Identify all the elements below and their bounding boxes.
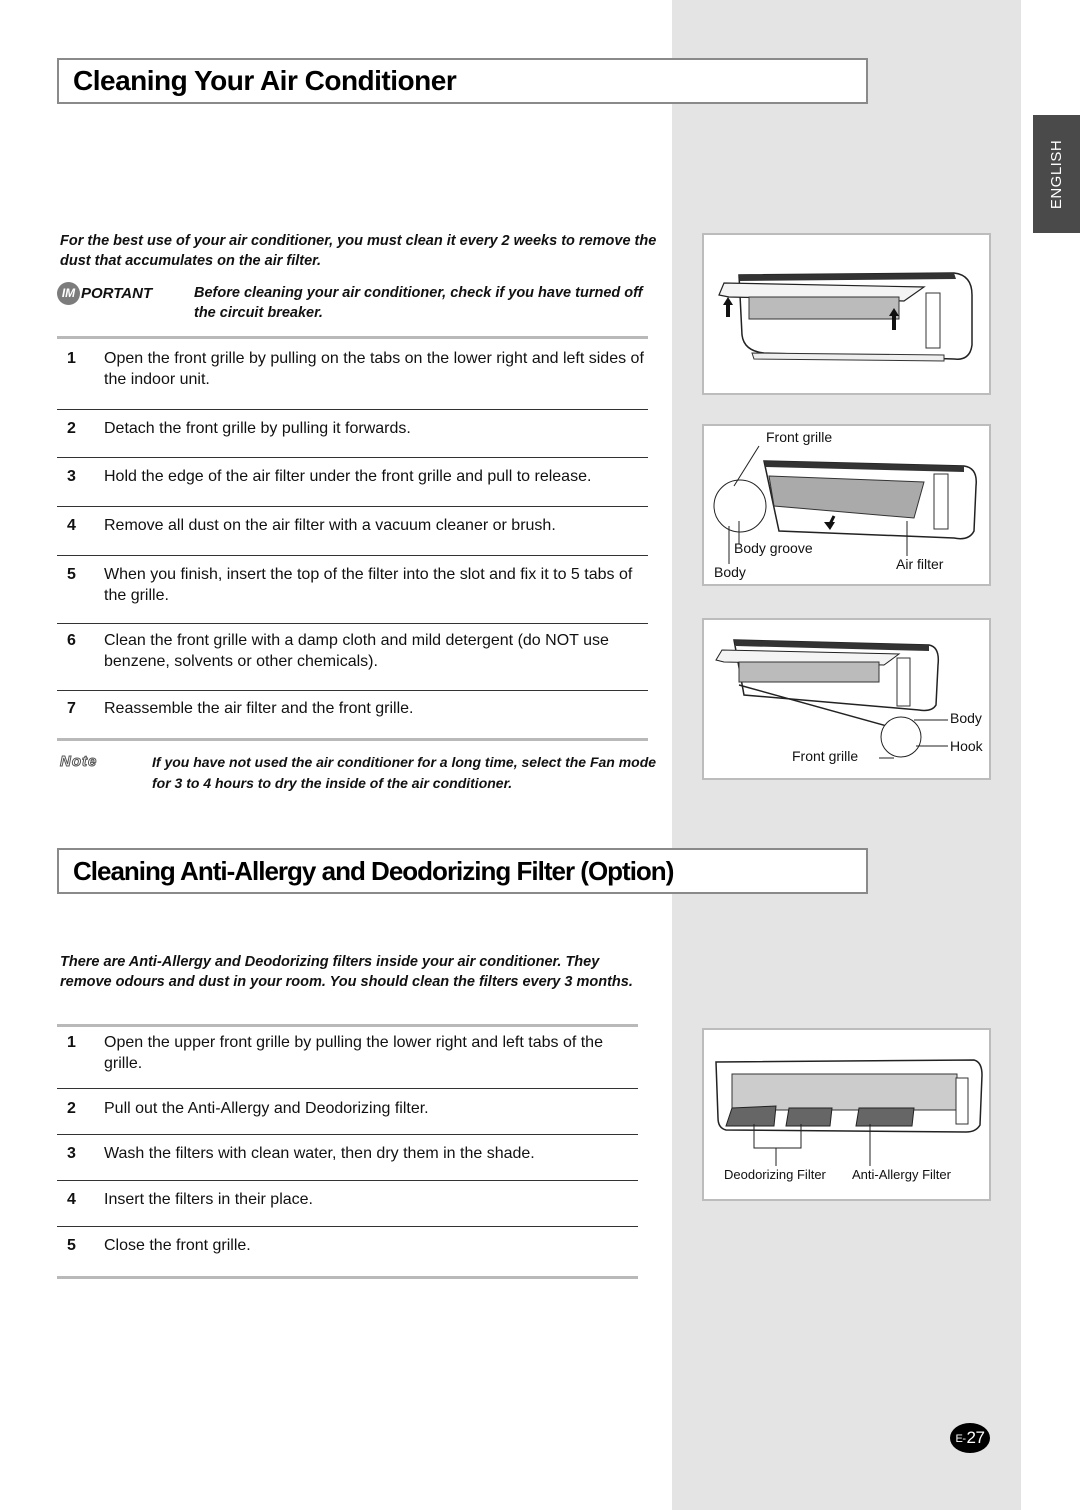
step-item: 1 Open the front grille by pulling on th… xyxy=(57,339,648,410)
step-text: When you finish, insert the top of the f… xyxy=(104,566,633,604)
figure-detach-filter: Front grille Body groove Body Air filter xyxy=(702,424,991,586)
section-title-cleaning: Cleaning Your Air Conditioner xyxy=(57,58,868,104)
page-number-prefix: E- xyxy=(955,1433,967,1445)
step-number: 2 xyxy=(67,420,76,437)
label-front-grille: Front grille xyxy=(792,748,859,764)
section2-steps: 1 Open the upper front grille by pulling… xyxy=(57,1027,638,1275)
important-notice: IM PORTANT Before cleaning your air cond… xyxy=(57,281,657,323)
step-item: 6 Clean the front grille with a damp clo… xyxy=(57,624,648,691)
label-body-groove: Body groove xyxy=(734,540,813,556)
figure-open-grille xyxy=(702,233,991,395)
step-number: 7 xyxy=(67,700,76,717)
label-body: Body xyxy=(950,710,982,726)
figure-filters: Deodorizing Filter Anti-Allergy Filter xyxy=(702,1028,991,1201)
language-tab-label: ENGLISH xyxy=(1048,139,1066,209)
step-number: 5 xyxy=(67,1237,76,1254)
page-number-badge: E- 27 xyxy=(950,1423,990,1453)
important-text: Before cleaning your air conditioner, ch… xyxy=(194,285,643,321)
label-deodorizing-filter: Deodorizing Filter xyxy=(724,1167,826,1182)
ac-filter-removal-illustration xyxy=(713,445,977,564)
divider xyxy=(57,1276,638,1279)
step-text: Open the upper front grille by pulling t… xyxy=(104,1034,603,1072)
step-number: 1 xyxy=(67,1034,76,1051)
step-text: Close the front grille. xyxy=(104,1237,251,1254)
step-number: 3 xyxy=(67,468,76,485)
step-item: 7 Reassemble the air filter and the fron… xyxy=(57,691,648,739)
anti-allergy-filter-shape xyxy=(855,1107,915,1127)
step-text: Open the front grille by pulling on the … xyxy=(104,350,644,388)
divider xyxy=(57,738,648,741)
step-number: 4 xyxy=(67,1191,76,1208)
step-text: Hold the edge of the air filter under th… xyxy=(104,468,592,485)
section-title-filter-option: Cleaning Anti-Allergy and Deodorizing Fi… xyxy=(57,848,868,894)
step-item: 2 Pull out the Anti-Allergy and Deodoriz… xyxy=(57,1089,638,1135)
step-item: 2 Detach the front grille by pulling it … xyxy=(57,410,648,458)
note-text: If you have not used the air conditioner… xyxy=(152,754,657,791)
step-item: 1 Open the upper front grille by pulling… xyxy=(57,1027,638,1089)
page-number: 27 xyxy=(966,1428,985,1447)
figure-reassemble: Body Hook Front grille xyxy=(702,618,991,780)
label-front-grille: Front grille xyxy=(766,429,833,445)
note-box: Note If you have not used the air condit… xyxy=(60,752,660,794)
note-label: Note xyxy=(60,753,98,771)
step-item: 4 Insert the filters in their place. xyxy=(57,1181,638,1227)
important-label-text: PORTANT xyxy=(81,284,153,302)
step-text: Detach the front grille by pulling it fo… xyxy=(104,420,411,437)
step-number: 6 xyxy=(67,632,76,649)
deodorizing-filter-shape xyxy=(785,1107,833,1127)
important-badge-icon: IM xyxy=(57,281,80,305)
step-number: 1 xyxy=(67,350,76,367)
step-text: Insert the filters in their place. xyxy=(104,1191,313,1208)
language-tab: ENGLISH xyxy=(1033,115,1080,233)
section1-intro: For the best use of your air conditioner… xyxy=(60,233,657,269)
step-item: 3 Wash the filters with clean water, the… xyxy=(57,1135,638,1181)
step-number: 5 xyxy=(67,566,76,583)
important-label: IM PORTANT xyxy=(57,281,194,305)
label-anti-allergy-filter: Anti-Allergy Filter xyxy=(852,1167,951,1182)
section2-intro: There are Anti-Allergy and Deodorizing f… xyxy=(60,954,633,990)
section1-steps: 1 Open the front grille by pulling on th… xyxy=(57,339,648,739)
ac-unit-open-illustration xyxy=(718,272,973,362)
label-hook: Hook xyxy=(950,738,983,754)
step-item: 5 When you finish, insert the top of the… xyxy=(57,556,648,624)
step-item: 4 Remove all dust on the air filter with… xyxy=(57,507,648,556)
step-text: Pull out the Anti-Allergy and Deodorizin… xyxy=(104,1100,429,1117)
step-item: 5 Close the front grille. xyxy=(57,1227,638,1275)
step-number: 3 xyxy=(67,1145,76,1162)
label-body: Body xyxy=(714,564,746,580)
deodorizing-filter-shape xyxy=(725,1105,777,1127)
step-text: Clean the front grille with a damp cloth… xyxy=(104,632,609,670)
step-number: 4 xyxy=(67,517,76,534)
step-number: 2 xyxy=(67,1100,76,1117)
step-item: 3 Hold the edge of the air filter under … xyxy=(57,458,648,507)
step-text: Remove all dust on the air filter with a… xyxy=(104,517,556,534)
step-text: Wash the filters with clean water, then … xyxy=(104,1145,535,1162)
step-text: Reassemble the air filter and the front … xyxy=(104,700,414,717)
label-air-filter: Air filter xyxy=(896,556,944,572)
